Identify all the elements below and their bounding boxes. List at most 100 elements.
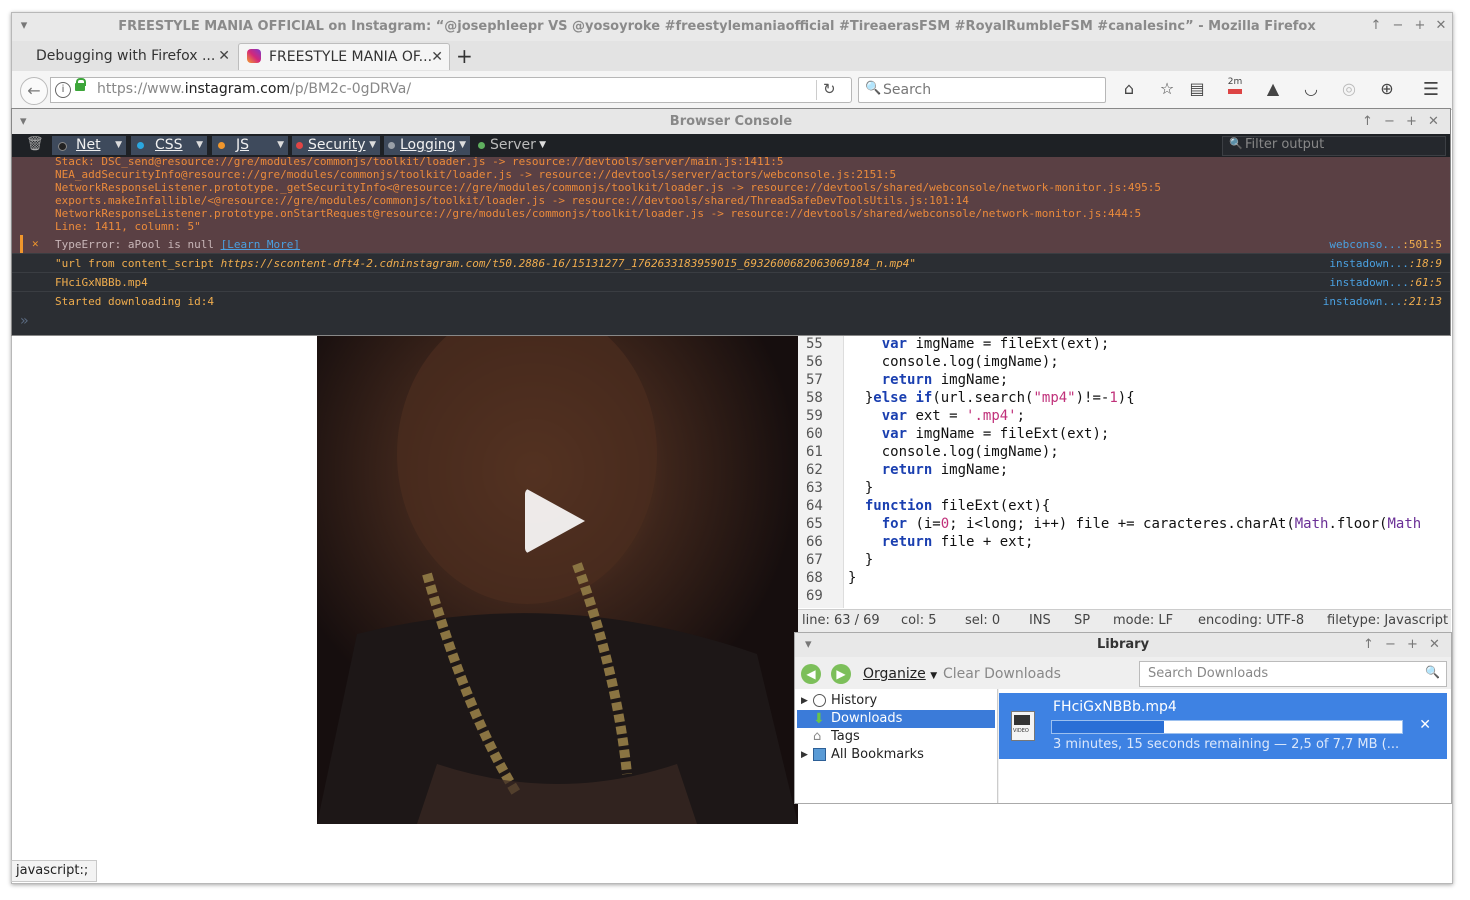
code-editor[interactable]: 55 56 57 58 59 60 61 62 63 64 65 66 67 6…	[798, 334, 1451, 608]
video-player[interactable]	[317, 334, 798, 824]
close-window-icon[interactable]: ✕	[1433, 18, 1449, 33]
console-output: Stack: DSC_send@resource://gre/modules/c…	[12, 155, 1450, 335]
maximize-icon[interactable]: +	[1412, 18, 1428, 33]
status-line: line: 63 / 69	[802, 613, 880, 628]
organize-menu[interactable]: Organize ▼	[863, 666, 937, 682]
code-line: for (i=0; i<long; i++) file += caractere…	[881, 516, 1422, 532]
status-sp: SP	[1074, 613, 1091, 628]
line-number: 57	[806, 372, 823, 388]
tab-instagram[interactable]: FREESTYLE MANIA OF... ✕	[238, 43, 450, 70]
instagram-favicon-icon	[247, 49, 261, 63]
maximize-icon[interactable]: +	[1406, 109, 1417, 134]
organize-label: Organize	[863, 666, 926, 682]
screenshot-icon[interactable]: ◎	[1338, 79, 1360, 101]
tree-label: Downloads	[831, 711, 903, 726]
new-tab-button[interactable]: +	[456, 44, 473, 68]
status-tooltip: javascript:;	[11, 860, 97, 882]
server-dot-icon	[478, 142, 485, 149]
title-bar: ▾ FREESTYLE MANIA OFFICIAL on Instagram:…	[12, 13, 1452, 41]
globe-icon[interactable]: ⊕	[1376, 79, 1398, 101]
cancel-download-icon[interactable]: ✕	[1419, 717, 1431, 733]
trash-icon[interactable]: 🗑	[26, 136, 44, 152]
forward-arrow-icon[interactable]: ▶	[831, 664, 851, 684]
stack-line: NetworkResponseListener.prototype.onStar…	[55, 207, 1142, 220]
back-arrow-icon[interactable]: ◀	[801, 664, 821, 684]
message-text: Started downloading id:4	[55, 295, 214, 308]
message-source-link[interactable]: instadown...:18:9	[1329, 254, 1442, 273]
message-source-link[interactable]: instadown...:21:13	[1323, 292, 1442, 311]
code-line: var imgName = fileExt(ext);	[881, 336, 1110, 352]
filter-logging-button[interactable]: Logging ▼	[384, 136, 470, 155]
filter-js-button[interactable]: JS ▼	[212, 136, 288, 155]
learn-more-link[interactable]: [Learn More]	[221, 238, 300, 251]
console-message: FHciGxNBBb.mp4 instadown...:61:5	[12, 272, 1450, 292]
close-tab-icon[interactable]: ✕	[218, 48, 230, 64]
home-icon[interactable]: ⌂	[1118, 79, 1140, 101]
timer-badge-icon[interactable]: 2m	[1224, 77, 1246, 99]
window-shade-icon[interactable]: ↑	[1363, 633, 1374, 657]
expand-triangle-icon[interactable]: ▶	[801, 746, 808, 764]
search-downloads-input[interactable]: Search Downloads 🔍	[1139, 661, 1447, 687]
window-menu-icon[interactable]: ▾	[16, 18, 32, 33]
error-location: :501:5	[1402, 238, 1442, 251]
expand-triangle-icon[interactable]: ▶	[801, 692, 808, 710]
stack-line: exports.makeInfallible/<@resource://gre/…	[55, 194, 969, 207]
close-tab-icon[interactable]: ✕	[431, 49, 443, 65]
window-menu-icon[interactable]: ▾	[805, 633, 812, 657]
message-source: instadown...	[1322, 295, 1403, 308]
tree-label: All Bookmarks	[831, 747, 924, 762]
video-frame	[317, 334, 798, 824]
reading-list-icon[interactable]: ▤	[1186, 79, 1208, 101]
line-number: 64	[806, 498, 823, 514]
code-line: }	[848, 570, 857, 586]
menu-icon[interactable]: ☰	[1420, 79, 1442, 101]
tree-item-downloads[interactable]: ⬇ Downloads	[797, 710, 995, 728]
minimize-icon[interactable]: −	[1390, 18, 1406, 33]
back-button[interactable]: ←	[20, 77, 48, 105]
tree-item-tags[interactable]: ⌂ Tags	[797, 728, 995, 746]
pocket-icon[interactable]: ◡	[1300, 79, 1322, 101]
info-icon[interactable]: i	[55, 82, 71, 98]
tree-item-all-bookmarks[interactable]: ▶ All Bookmarks	[797, 746, 995, 764]
bookmark-star-icon[interactable]: ☆	[1156, 79, 1178, 101]
clear-downloads-button[interactable]: Clear Downloads	[943, 666, 1061, 682]
message-source: instadown...	[1329, 276, 1409, 289]
code-line: function fileExt(ext){	[864, 498, 1051, 514]
filter-output-input[interactable]: 🔍 Filter output	[1222, 136, 1446, 156]
url-text[interactable]: https://www.instagram.com/p/BM2c-0gDRVa/	[97, 81, 411, 97]
incognito-icon[interactable]: ▲	[1262, 79, 1284, 101]
window-menu-icon[interactable]: ▾	[20, 109, 27, 134]
url-bar[interactable]: i https://www.instagram.com/p/BM2c-0gDRV…	[50, 77, 852, 103]
close-window-icon[interactable]: ✕	[1429, 633, 1440, 657]
close-window-icon[interactable]: ✕	[1428, 109, 1439, 134]
tree-item-history[interactable]: ▶ History	[797, 692, 995, 710]
minimize-icon[interactable]: −	[1384, 109, 1395, 134]
code-line: }	[848, 480, 874, 496]
filter-net-button[interactable]: Net ▼	[52, 136, 126, 155]
window-shade-icon[interactable]: ↑	[1368, 18, 1384, 33]
error-source-link[interactable]: webconso...:501:5	[1329, 238, 1442, 251]
window-shade-icon[interactable]: ↑	[1362, 109, 1373, 134]
reload-icon[interactable]: ↻	[823, 80, 836, 98]
lock-icon[interactable]	[75, 78, 86, 91]
line-number: 61	[806, 444, 823, 460]
tree-label: Tags	[831, 729, 860, 744]
message-source-link[interactable]: instadown...:61:5	[1329, 273, 1442, 292]
download-item[interactable]: VIDEO FHciGxNBBb.mp4 3 minutes, 15 secon…	[999, 693, 1447, 759]
minimize-icon[interactable]: −	[1385, 633, 1396, 657]
message-source: instadown...	[1329, 257, 1409, 270]
error-marker	[20, 235, 23, 253]
tab-debugging[interactable]: Debugging with Firefox ... ✕	[28, 43, 236, 69]
console-input-prompt[interactable]: »	[20, 313, 28, 329]
net-dot-icon	[58, 142, 67, 151]
error-source: webconso...	[1329, 238, 1403, 251]
filter-security-button[interactable]: Security ▼	[292, 136, 380, 155]
search-bar[interactable]: 🔍 Search	[858, 77, 1106, 103]
code-line: }else if(url.search("mp4")!=-1){	[848, 390, 1135, 406]
filter-css-button[interactable]: CSS ▼	[131, 136, 207, 155]
code-line: }	[848, 552, 874, 568]
filter-server-button[interactable]: Server ▼	[474, 136, 550, 155]
play-button[interactable]	[525, 488, 585, 554]
download-progress-fill	[1052, 721, 1164, 733]
maximize-icon[interactable]: +	[1407, 633, 1418, 657]
